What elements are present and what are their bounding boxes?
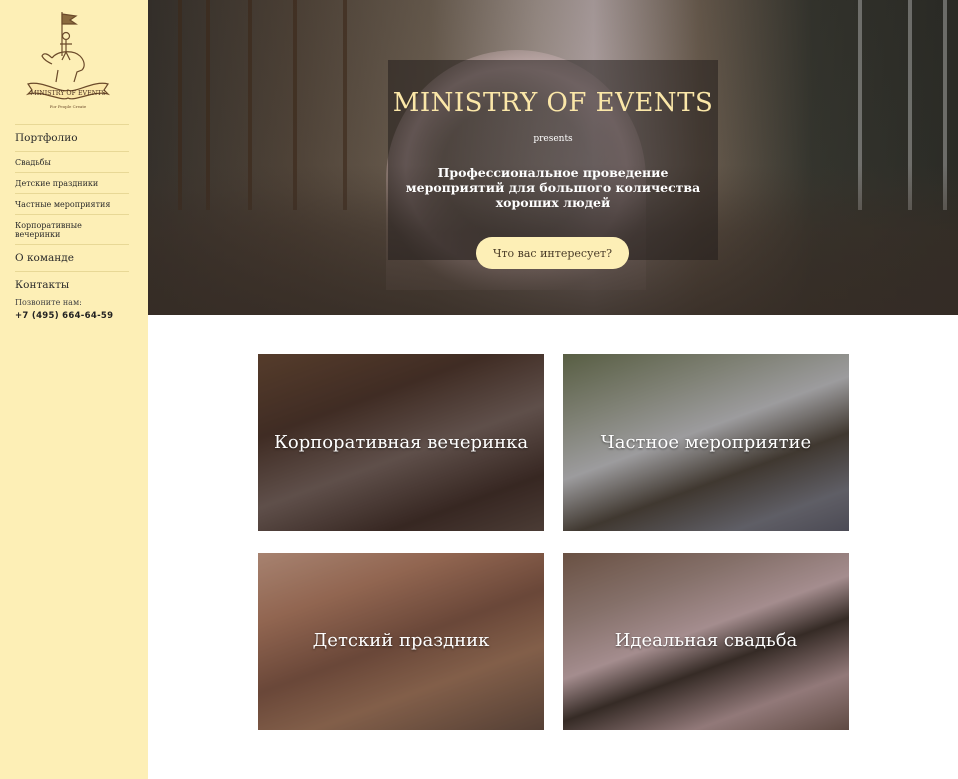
nav-weddings[interactable]: Свадьбы [15, 151, 129, 172]
card-perfect-wedding[interactable]: Идеальная свадьба [563, 553, 849, 730]
nav-portfolio[interactable]: Портфолио [15, 124, 129, 151]
card-corporate-party[interactable]: Корпоративная вечеринка [258, 354, 544, 531]
card-label: Идеальная свадьба [614, 630, 798, 651]
nav-corporate-parties[interactable]: Корпоративные вечеринки [15, 214, 129, 244]
sidebar-nav: Портфолио Свадьбы Детские праздники Част… [15, 124, 129, 298]
card-private-event[interactable]: Частное мероприятие [563, 354, 849, 531]
card-label: Детский праздник [312, 630, 490, 651]
nav-about-team[interactable]: О команде [15, 244, 129, 271]
call-block: Позвоните нам: +7 (495) 664-64-59 [15, 298, 135, 321]
knight-logo-icon: MINISTRY OF EVENTS For People Create [25, 12, 111, 109]
brand-logo[interactable]: MINISTRY OF EVENTS For People Create [22, 6, 114, 112]
hero-banner: MINISTRY OF EVENTS presents Профессионал… [148, 0, 958, 315]
interest-button[interactable]: Что вас интересует? [476, 237, 629, 269]
hero-presents: presents [533, 134, 573, 144]
sidebar: MINISTRY OF EVENTS For People Create Пор… [0, 0, 148, 779]
logo-tagline-text: For People Create [50, 104, 87, 109]
nav-kids-parties[interactable]: Детские праздники [15, 172, 129, 193]
card-label: Частное мероприятие [600, 432, 812, 453]
card-kids-party[interactable]: Детский праздник [258, 553, 544, 730]
hero-title: MINISTRY OF EVENTS [392, 88, 714, 118]
hero-subtitle: Профессиональное проведение мероприятий … [405, 165, 701, 210]
logo-brand-text: MINISTRY OF EVENTS [30, 90, 105, 97]
card-label: Корпоративная вечеринка [273, 432, 529, 453]
nav-private-events[interactable]: Частные мероприятия [15, 193, 129, 214]
call-label: Позвоните нам: [15, 298, 82, 307]
nav-contacts[interactable]: Контакты [15, 271, 129, 298]
phone-number[interactable]: +7 (495) 664-64-59 [15, 311, 135, 321]
